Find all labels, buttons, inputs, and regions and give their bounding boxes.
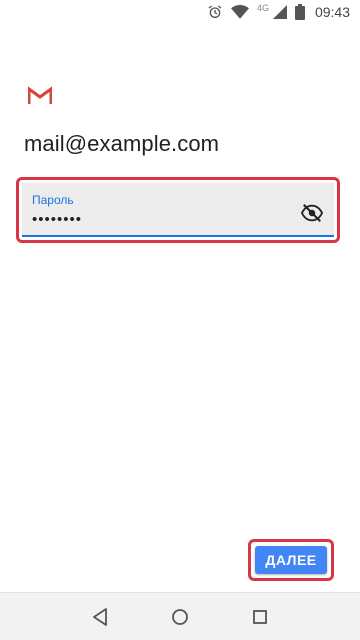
navigation-bar — [0, 592, 360, 640]
next-button-highlight: ДАЛЕЕ — [248, 539, 334, 581]
password-label: Пароль — [32, 193, 74, 207]
gmail-logo — [27, 86, 53, 106]
password-input[interactable]: •••••••• — [32, 211, 82, 228]
account-email: mail@example.com — [24, 131, 220, 156]
screen: 4G 09:43 mail@example.com Пароль •••••••… — [0, 0, 360, 640]
password-field-highlight: Пароль •••••••• — [16, 177, 340, 243]
status-time: 09:43 — [314, 4, 350, 20]
next-button[interactable]: ДАЛЕЕ — [255, 546, 327, 574]
alarm-icon — [207, 4, 223, 20]
password-field[interactable]: Пароль •••••••• — [22, 183, 334, 237]
battery-icon — [294, 4, 305, 20]
status-bar: 4G 09:43 — [0, 0, 360, 24]
back-icon[interactable] — [86, 603, 114, 631]
network-type: 4G — [256, 3, 269, 13]
eye-off-icon[interactable] — [300, 201, 324, 225]
wifi-icon — [230, 4, 249, 20]
signal-icon — [272, 5, 287, 19]
home-icon[interactable] — [166, 603, 194, 631]
recents-icon[interactable] — [246, 603, 274, 631]
